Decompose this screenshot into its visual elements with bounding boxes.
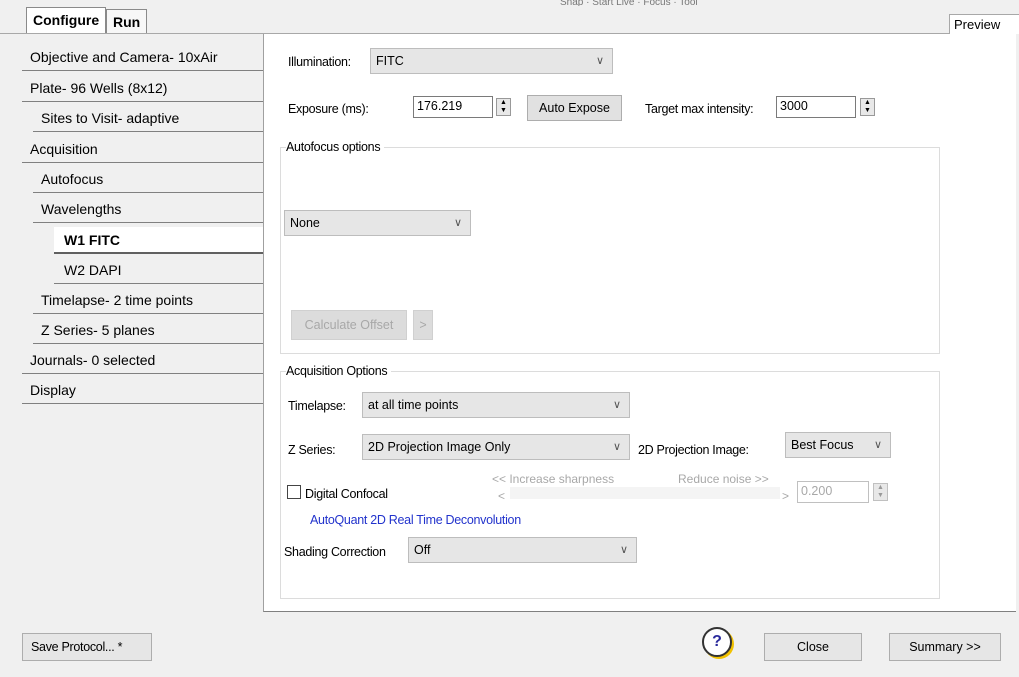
- close-button[interactable]: Close: [764, 633, 862, 661]
- illumination-select[interactable]: FITC ∨: [370, 48, 613, 74]
- target-max-intensity-input[interactable]: 3000: [776, 96, 856, 118]
- digital-confocal-checkbox[interactable]: [287, 485, 301, 499]
- sidebar-item-display[interactable]: Display: [22, 377, 263, 404]
- sidebar-item-sites[interactable]: Sites to Visit- adaptive: [33, 105, 263, 132]
- increase-sharpness-label: << Increase sharpness: [492, 472, 615, 486]
- sidebar-item-w2-dapi[interactable]: W2 DAPI: [54, 257, 264, 284]
- sidebar-item-autofocus[interactable]: Autofocus: [33, 166, 263, 193]
- chevron-down-icon: ∨: [453, 217, 462, 229]
- save-protocol-button[interactable]: Save Protocol... *: [22, 633, 152, 661]
- zseries-label: Z Series:: [288, 443, 336, 457]
- sidebar-item-w1-fitc[interactable]: W1 FITC: [54, 227, 264, 254]
- chevron-down-icon: ∨: [612, 399, 621, 411]
- projection-image-select[interactable]: Best Focus ∨: [785, 432, 891, 458]
- top-bar: [0, 0, 1019, 34]
- acquisition-options-title: Acquisition Options: [286, 364, 392, 378]
- chevron-down-icon: ∨: [619, 544, 628, 556]
- sidebar-item-acquisition[interactable]: Acquisition: [22, 136, 263, 163]
- summary-button[interactable]: Summary >>: [889, 633, 1001, 661]
- sharpness-slider-track[interactable]: [510, 487, 780, 499]
- zseries-select[interactable]: 2D Projection Image Only ∨: [362, 434, 630, 460]
- target-max-intensity-label: Target max intensity:: [645, 102, 754, 116]
- tab-run[interactable]: Run: [106, 9, 148, 33]
- exposure-input[interactable]: 176.219: [413, 96, 493, 118]
- offset-arrow-button[interactable]: >: [413, 310, 433, 340]
- chevron-down-icon: ∨: [612, 441, 621, 453]
- deconvolution-value-spinner[interactable]: ▲ ▼: [873, 483, 888, 501]
- sidebar-item-objective[interactable]: Objective and Camera- 10xAir: [22, 44, 263, 71]
- calculate-offset-button[interactable]: Calculate Offset: [291, 310, 407, 340]
- sidebar-item-timelapse[interactable]: Timelapse- 2 time points: [33, 287, 263, 314]
- clipped-status-text: Snap · Start Live · Focus · Tool: [560, 0, 698, 6]
- exposure-label: Exposure (ms):: [288, 102, 369, 116]
- preview-button[interactable]: Preview: [949, 14, 1019, 34]
- sidebar-item-wavelengths[interactable]: Wavelengths: [33, 196, 263, 223]
- slider-left-arrow[interactable]: <: [498, 489, 505, 503]
- sidebar-item-journals[interactable]: Journals- 0 selected: [22, 347, 263, 374]
- slider-right-arrow[interactable]: >: [782, 489, 789, 503]
- reduce-noise-label: Reduce noise >>: [678, 472, 769, 486]
- projection-image-label: 2D Projection Image:: [638, 443, 749, 457]
- tab-configure[interactable]: Configure: [26, 7, 107, 33]
- shading-correction-select[interactable]: Off ∨: [408, 537, 637, 563]
- auto-expose-button[interactable]: Auto Expose: [527, 95, 622, 121]
- chevron-down-icon: ∨: [595, 55, 604, 67]
- target-max-intensity-spinner[interactable]: ▲ ▼: [860, 98, 875, 116]
- chevron-down-icon: ∨: [873, 439, 882, 451]
- autofocus-options-title: Autofocus options: [286, 140, 385, 154]
- autofocus-select[interactable]: None ∨: [284, 210, 471, 236]
- sidebar-item-plate[interactable]: Plate- 96 Wells (8x12): [22, 75, 263, 102]
- timelapse-label: Timelapse:: [288, 399, 346, 413]
- digital-confocal-label: Digital Confocal: [305, 487, 388, 501]
- shading-correction-label: Shading Correction: [284, 545, 386, 559]
- timelapse-select[interactable]: at all time points ∨: [362, 392, 630, 418]
- autoquant-link[interactable]: AutoQuant 2D Real Time Deconvolution: [310, 513, 521, 527]
- help-icon[interactable]: ?: [702, 627, 732, 657]
- exposure-spinner[interactable]: ▲ ▼: [496, 98, 511, 116]
- footer-bar: [0, 612, 1019, 677]
- sidebar-item-zseries[interactable]: Z Series- 5 planes: [33, 317, 263, 344]
- illumination-label: Illumination:: [288, 55, 351, 69]
- deconvolution-value-input[interactable]: 0.200: [797, 481, 869, 503]
